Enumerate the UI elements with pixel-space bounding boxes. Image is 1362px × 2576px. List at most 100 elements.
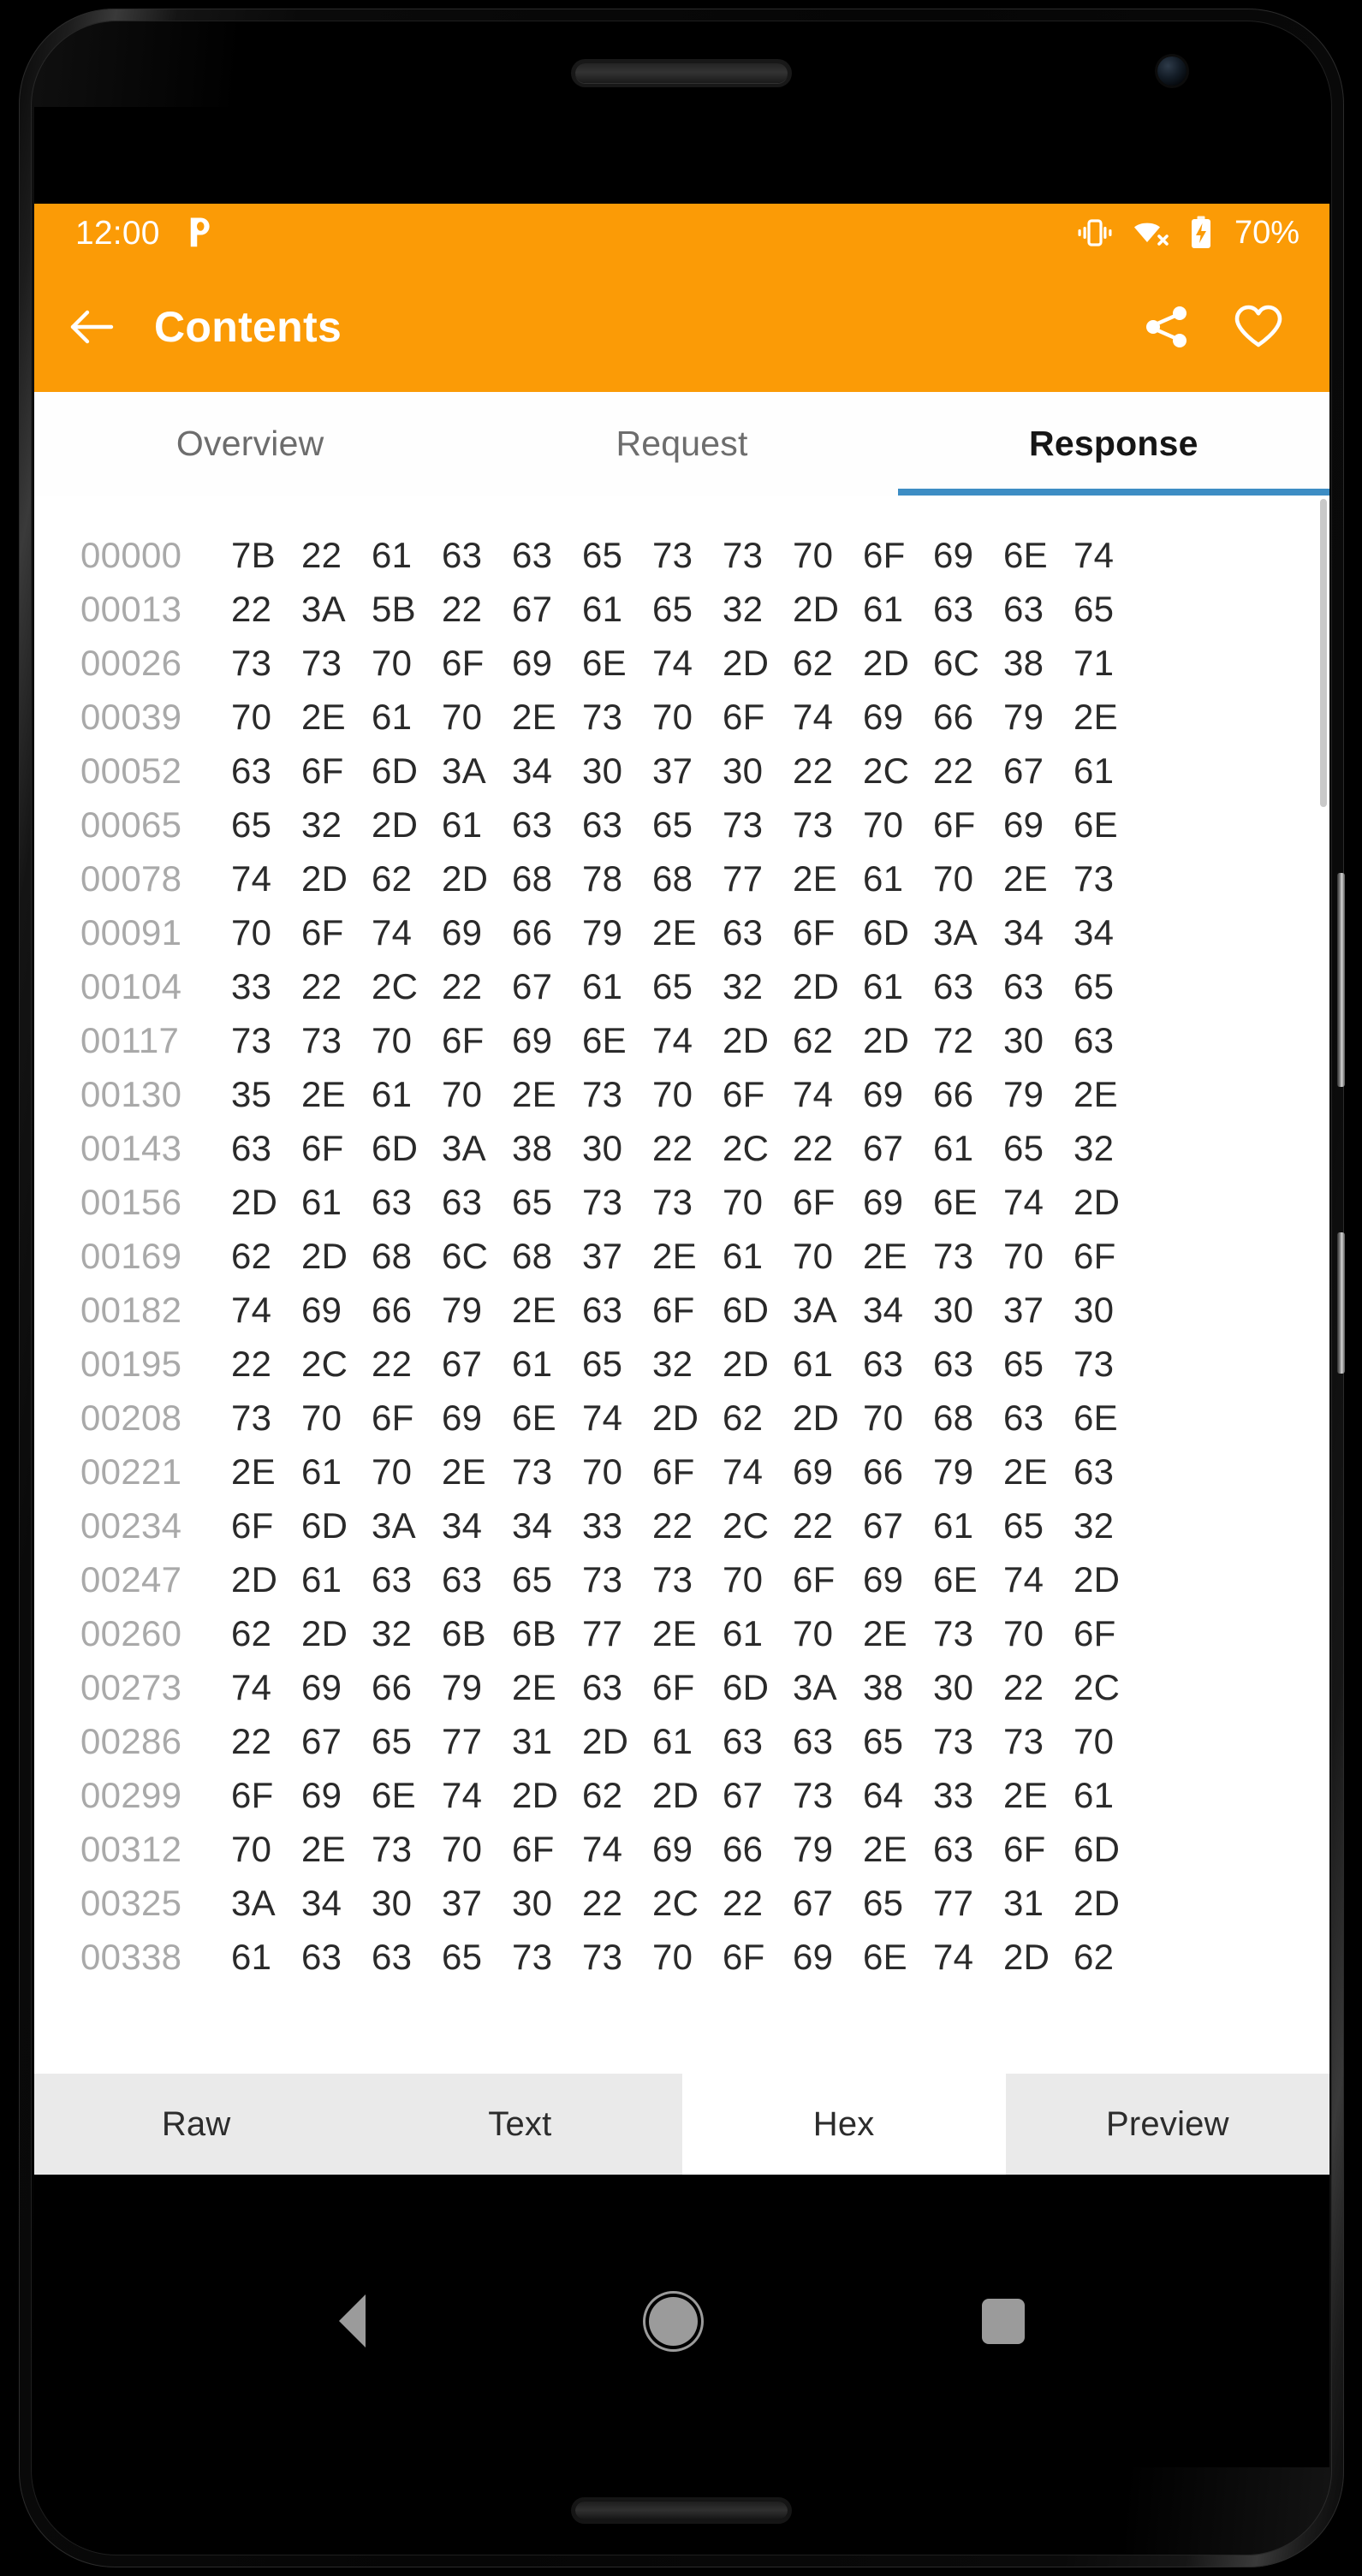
hex-byte: 2C: [372, 966, 419, 1006]
hex-byte: 2D: [1003, 1937, 1050, 1977]
hex-byte: 2D: [231, 1559, 278, 1600]
hex-byte: 73: [1074, 858, 1115, 899]
hex-byte: 3A: [372, 1505, 416, 1546]
hex-scrollbar-thumb[interactable]: [1320, 499, 1327, 807]
volume-button[interactable]: [1337, 873, 1345, 1087]
hex-dump-view[interactable]: 00000 7B 22 61 63 63 65 73 73 70 6F 69 6E 74 00013 22 3A…: [34, 496, 1329, 2074]
hex-byte: 66: [372, 1290, 413, 1330]
hex-byte: 74: [582, 1398, 623, 1438]
hex-byte: 7B: [231, 535, 276, 575]
hex-byte: 32: [1074, 1505, 1115, 1546]
hex-byte: 66: [933, 1074, 974, 1114]
tab-response[interactable]: Response: [897, 392, 1329, 496]
hex-byte: 2E: [301, 1074, 346, 1114]
hex-row: 00195 22 2C 22 67 61 65 32 2D 61 63 63 65 73: [34, 1344, 1329, 1398]
hex-byte: 70: [652, 1937, 693, 1977]
hex-byte: 32: [652, 1344, 693, 1384]
back-button[interactable]: [68, 305, 116, 349]
hex-byte: 69: [301, 1775, 342, 1815]
nav-home-icon[interactable]: [649, 2296, 699, 2346]
tab-request[interactable]: Request: [466, 392, 897, 496]
hex-scrollbar[interactable]: [1320, 496, 1327, 2074]
hex-byte: 37: [442, 1883, 483, 1923]
hex-byte: 63: [231, 1128, 272, 1168]
hex-row: 00286 22 67 65 77 31 2D 61 63 63 65 73 73 70: [34, 1721, 1329, 1775]
hex-byte: 61: [231, 1937, 272, 1977]
share-button[interactable]: [1143, 303, 1191, 351]
hex-byte: 6F: [231, 1505, 274, 1546]
format-tab-raw[interactable]: Raw: [34, 2074, 359, 2175]
tab-overview[interactable]: Overview: [34, 392, 466, 496]
hex-byte: 34: [442, 1505, 483, 1546]
hex-byte: 61: [372, 535, 413, 575]
hex-byte: 2D: [1074, 1883, 1121, 1923]
hex-byte: 2D: [301, 1236, 348, 1276]
hex-byte: 62: [582, 1775, 623, 1815]
status-bar-right: 70%: [1077, 216, 1300, 250]
hex-row: 00013 22 3A 5B 22 67 61 65 32 2D 61 63 63 65: [34, 589, 1329, 643]
format-tab-preview[interactable]: Preview: [1005, 2074, 1329, 2175]
hex-byte: 69: [1003, 804, 1044, 845]
hex-byte: 70: [231, 912, 272, 953]
hex-byte: 2D: [723, 1344, 770, 1384]
format-tab-hex-label: Hex: [812, 2104, 875, 2143]
hex-byte: 34: [301, 1883, 342, 1923]
hex-bytes: 3A 34 30 37 30 22 2C 22 67 65 77 31 2D: [231, 1883, 1144, 1924]
hex-byte: 2E: [301, 697, 346, 737]
favorite-button[interactable]: [1234, 304, 1283, 350]
format-tab-hex[interactable]: Hex: [681, 2074, 1006, 2175]
hex-bytes: 6F 69 6E 74 2D 62 2D 67 73 64 33 2E 61: [231, 1775, 1144, 1816]
nav-back-icon[interactable]: [338, 2294, 366, 2347]
hex-byte: 74: [1003, 1559, 1044, 1600]
hex-byte: 2E: [1074, 697, 1118, 737]
hex-byte: 68: [652, 858, 693, 899]
hex-byte: 2E: [512, 1290, 556, 1330]
hex-byte: 22: [301, 966, 342, 1006]
hex-byte: 77: [723, 858, 764, 899]
hex-byte: 6E: [582, 1020, 627, 1060]
hex-offset: 00117: [80, 1020, 180, 1060]
hex-byte: 6F: [793, 912, 836, 953]
hex-byte: 30: [1003, 1020, 1044, 1060]
hex-byte: 32: [723, 589, 764, 629]
nav-recents-icon[interactable]: [982, 2298, 1026, 2344]
hex-bytes: 6F 6D 3A 34 34 33 22 2C 22 67 61 65 32: [231, 1505, 1144, 1546]
hex-byte: 61: [863, 858, 904, 899]
hex-byte: 70: [442, 697, 483, 737]
hex-byte: 32: [723, 966, 764, 1006]
hex-byte: 62: [231, 1236, 272, 1276]
app-bar: Contents: [34, 262, 1329, 392]
hex-byte: 2D: [652, 1775, 699, 1815]
power-button[interactable]: [1337, 1232, 1345, 1374]
hex-bytes: 22 2C 22 67 61 65 32 2D 61 63 63 65 73: [231, 1344, 1144, 1385]
hex-row: 00260 62 2D 32 6B 6B 77 2E 61 70 2E 73 70 6F: [34, 1613, 1329, 1667]
hex-byte: 65: [863, 1883, 904, 1923]
hex-byte: 73: [723, 535, 764, 575]
hex-byte: 32: [301, 804, 342, 845]
hex-byte: 65: [1074, 589, 1115, 629]
hex-bytes: 70 2E 73 70 6F 74 69 66 79 2E 63 6F 6D: [231, 1829, 1144, 1870]
hex-byte: 70: [793, 1236, 834, 1276]
hex-byte: 2C: [301, 1344, 348, 1384]
hex-byte: 74: [652, 643, 693, 683]
hex-byte: 73: [582, 1937, 623, 1977]
hex-offset: 00182: [80, 1290, 182, 1330]
format-tab-text[interactable]: Text: [358, 2074, 682, 2175]
hex-row: 00065 65 32 2D 61 63 63 65 73 73 70 6F 69 6E: [34, 804, 1329, 858]
hex-byte: 70: [231, 697, 272, 737]
hex-byte: 67: [301, 1721, 342, 1761]
hex-byte: 6F: [1074, 1613, 1116, 1653]
hex-byte: 61: [582, 589, 623, 629]
hex-byte: 30: [582, 751, 623, 791]
hex-byte: 70: [933, 858, 974, 899]
hex-byte: 3A: [933, 912, 978, 953]
hex-byte: 6F: [652, 1667, 695, 1707]
hex-byte: 6E: [1003, 535, 1048, 575]
hex-byte: 79: [933, 1451, 974, 1492]
hex-offset: 00052: [80, 751, 182, 791]
hex-byte: 69: [793, 1937, 834, 1977]
hex-byte: 22: [793, 751, 834, 791]
hex-byte: 69: [863, 697, 904, 737]
hex-byte: 22: [652, 1128, 693, 1168]
hex-row: 00221 2E 61 70 2E 73 70 6F 74 69 66 79 2E 63: [34, 1451, 1329, 1505]
